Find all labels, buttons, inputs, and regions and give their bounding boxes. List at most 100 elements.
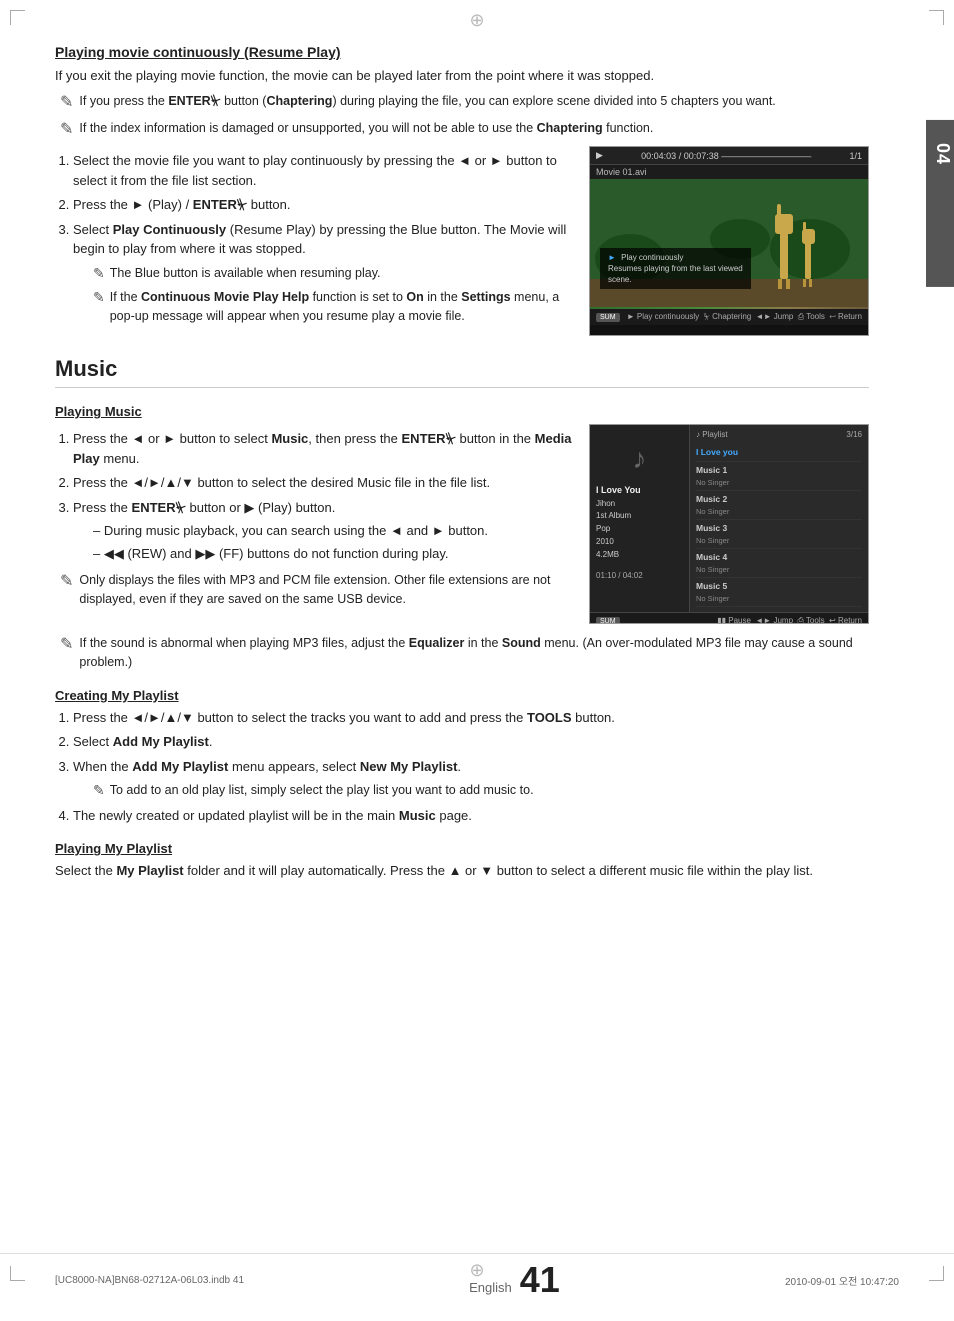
playlist-item-2: Music 1 No Singer — [696, 462, 862, 491]
footer-file-info: [UC8000-NA]BN68-02712A-06L03.indb 41 — [55, 1275, 244, 1286]
tab-number: 04 — [932, 143, 953, 272]
resume-play-section: Playing movie continuously (Resume Play)… — [55, 44, 869, 336]
movie-footer-right: ► Play continuously ⏧ Chaptering ◄► Jump… — [627, 312, 862, 322]
step3-note-text-2: If the Continuous Movie Play Help functi… — [110, 288, 574, 326]
music-note-text-1: Only displays the files with MP3 and PCM… — [79, 571, 574, 609]
overlay-line1: ► Play continuously — [608, 252, 743, 263]
sum-badge: SUM — [596, 313, 620, 322]
music-note-text-2: If the sound is abnormal when playing MP… — [79, 634, 869, 672]
playlist-step-3: When the Add My Playlist menu appears, s… — [73, 757, 869, 801]
footer-date-info: 2010-09-01 오전 10:47:20 — [785, 1273, 899, 1288]
english-page-number: English 41 — [469, 1262, 560, 1298]
music-step-1: Press the ◄ or ► button to select Music,… — [73, 429, 574, 468]
movie-footer: SUM ► Play continuously ⏧ Chaptering ◄► … — [590, 309, 868, 325]
resume-note-2: ✎ If the index information is damaged or… — [55, 119, 869, 141]
playlist-icon: ♪ Playlist — [696, 430, 728, 439]
movie-player-image: ▶ 00:04:03 / 00:07:38 —————————— 1/1 Mov… — [589, 146, 869, 336]
playing-music-content: Press the ◄ or ► button to select Music,… — [55, 424, 869, 624]
song-album: 1st Album — [596, 510, 683, 523]
movie-filename: Movie 01.avi — [590, 165, 868, 179]
playlist-note-icon: ✎ — [93, 781, 105, 801]
track-4-title: Music 3 — [696, 522, 862, 535]
dash-item-2: ◀◀ (REW) and ▶▶ (FF) buttons do not func… — [73, 544, 574, 564]
playlist-step3-note: ✎ To add to an old play list, simply sel… — [88, 781, 869, 801]
playlist-item-6: Music 5 No Singer — [696, 578, 862, 607]
page-footer: [UC8000-NA]BN68-02712A-06L03.indb 41 Eng… — [0, 1253, 954, 1306]
resume-play-content: Select the movie file you want to play c… — [55, 146, 869, 336]
playlist-step-1: Press the ◄/►/▲/▼ button to select the t… — [73, 708, 869, 728]
track-5-title: Music 4 — [696, 551, 862, 564]
overlay-popup: ► Play continuously Resumes playing from… — [600, 248, 751, 290]
playlist-item-4: Music 3 No Singer — [696, 520, 862, 549]
movie-player-screenshot: ▶ 00:04:03 / 00:07:38 —————————— 1/1 Mov… — [589, 146, 869, 336]
track-1-title: I Love you — [696, 446, 862, 459]
music-section: Music Playing Music Press the ◄ or ► but… — [55, 356, 869, 881]
resume-play-steps: Select the movie file you want to play c… — [55, 151, 574, 326]
creating-playlist-steps: Press the ◄/►/▲/▼ button to select the t… — [55, 708, 869, 826]
resume-play-intro: If you exit the playing movie function, … — [55, 66, 869, 86]
creating-playlist-heading: Creating My Playlist — [55, 688, 869, 703]
page-number: 41 — [520, 1262, 560, 1298]
playlist-step-2: Select Add My Playlist. — [73, 732, 869, 752]
music-step-2: Press the ◄/►/▲/▼ button to select the d… — [73, 473, 574, 493]
step-1: Select the movie file you want to play c… — [73, 151, 574, 190]
resume-play-text: Select the movie file you want to play c… — [55, 146, 574, 336]
track-6-sub: No Singer — [696, 593, 862, 604]
note-icon-2: ✎ — [60, 119, 73, 141]
playlist-note-text: To add to an old play list, simply selec… — [110, 781, 534, 800]
step-3: Select Play Continuously (Resume Play) b… — [73, 220, 574, 326]
playlist-item-3: Music 2 No Singer — [696, 491, 862, 520]
note-text-1: If you press the ENTER⏧ button (Chapteri… — [79, 92, 869, 111]
english-label: English — [469, 1280, 512, 1295]
song-filesize: 4.2MB — [596, 549, 683, 562]
playlist-step-4: The newly created or updated playlist wi… — [73, 806, 869, 826]
music-note-icon-2: ✎ — [60, 634, 73, 656]
movie-footer-left: SUM — [596, 312, 620, 322]
playlist-page: 3/16 — [846, 430, 862, 439]
movie-icon: ▶ — [596, 150, 603, 161]
song-year: 2010 — [596, 536, 683, 549]
step3-note-text-1: The Blue button is available when resumi… — [110, 264, 381, 283]
music-section-title: Music — [55, 356, 869, 388]
resume-note-1: ✎ If you press the ENTER⏧ button (Chapte… — [55, 92, 869, 114]
music-player-right: ♪ Playlist 3/16 I Love you Music 1 No Si… — [690, 425, 868, 612]
sum-badge-2: SUM — [596, 617, 620, 624]
music-footer-left: SUM — [596, 616, 620, 624]
music-note-icon: ♪ — [596, 443, 683, 475]
playing-playlist-heading: Playing My Playlist — [55, 841, 869, 856]
movie-header: ▶ 00:04:03 / 00:07:38 —————————— 1/1 — [590, 147, 868, 165]
step3-note1: ✎ The Blue button is available when resu… — [88, 264, 574, 284]
step3-note-icon-2: ✎ — [93, 288, 105, 308]
music-player-body: ♪ I Love You Jihon 1st Album Pop 2010 4.… — [590, 425, 868, 612]
track-3-sub: No Singer — [696, 506, 862, 517]
movie-content: ► Play continuously Resumes playing from… — [590, 179, 868, 309]
overlay-line2: Resumes playing from the last viewed — [608, 263, 743, 274]
song-time: 01:10 / 04:02 — [596, 570, 683, 583]
song-title: I Love You — [596, 483, 683, 497]
playing-music-text: Press the ◄ or ► button to select Music,… — [55, 424, 574, 624]
step3-note-icon-1: ✎ — [93, 264, 105, 284]
track-2-title: Music 1 — [696, 464, 862, 477]
playing-playlist-subsection: Playing My Playlist Select the My Playli… — [55, 841, 869, 881]
music-player-screenshot: ♪ I Love You Jihon 1st Album Pop 2010 4.… — [589, 424, 869, 624]
music-step-3: Press the ENTER⏧ button or ▶ (Play) butt… — [73, 498, 574, 564]
playing-music-heading: Playing Music — [55, 404, 869, 419]
track-4-sub: No Singer — [696, 535, 862, 546]
dash-item-1: During music playback, you can search us… — [73, 521, 574, 541]
track-2-sub: No Singer — [696, 477, 862, 488]
note-icon-1: ✎ — [60, 92, 73, 114]
playlist-item-1: I Love you — [696, 444, 862, 462]
track-6-title: Music 5 — [696, 580, 862, 593]
music-note-2: ✎ If the sound is abnormal when playing … — [55, 634, 869, 672]
music-player-image: ♪ I Love You Jihon 1st Album Pop 2010 4.… — [589, 424, 869, 624]
playing-music-subsection: Playing Music Press the ◄ or ► button to… — [55, 404, 869, 672]
playlist-header: ♪ Playlist 3/16 — [696, 430, 862, 439]
step-2: Press the ► (Play) / ENTER⏧ button. — [73, 195, 574, 215]
step3-note2: ✎ If the Continuous Movie Play Help func… — [88, 288, 574, 326]
resume-play-heading: Playing movie continuously (Resume Play) — [55, 44, 869, 60]
creating-playlist-subsection: Creating My Playlist Press the ◄/►/▲/▼ b… — [55, 688, 869, 826]
note-text-2: If the index information is damaged or u… — [79, 119, 869, 138]
music-info: I Love You Jihon 1st Album Pop 2010 4.2M… — [596, 483, 683, 582]
side-tab: 04 Advanced Features — [926, 120, 954, 287]
track-5-sub: No Singer — [696, 564, 862, 575]
